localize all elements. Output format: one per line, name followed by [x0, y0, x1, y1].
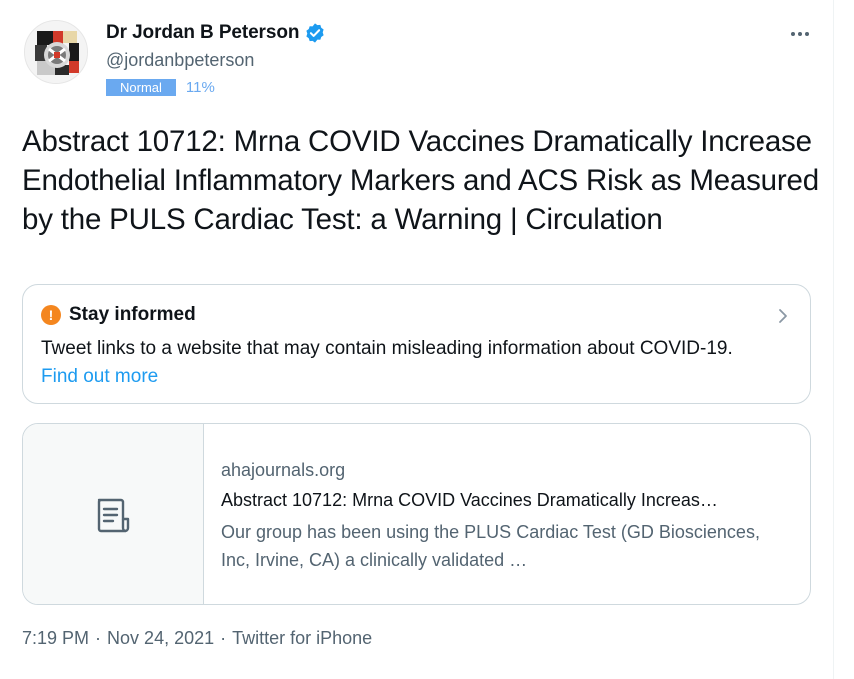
notice-title: Stay informed [69, 304, 196, 325]
card-thumbnail [23, 424, 204, 604]
tweet-time[interactable]: 7:19 PM [22, 628, 89, 649]
author-handle[interactable]: @jordanbpeterson [106, 50, 254, 71]
more-horizontal-icon [791, 32, 795, 36]
separator-dot: · [95, 628, 102, 648]
verified-badge-icon [304, 22, 326, 44]
chevron-right-icon [779, 309, 787, 323]
tweet-metadata: 7:19 PM · Nov 24, 2021 · Twitter for iPh… [22, 628, 372, 649]
tweet-text: Abstract 10712: Mrna COVID Vaccines Dram… [22, 125, 819, 236]
card-description: Our group has been using the PLUS Cardia… [221, 522, 760, 570]
separator-dot: · [220, 628, 227, 648]
find-out-more-link[interactable]: Find out more [41, 366, 158, 387]
misleading-info-notice[interactable]: ! Stay informed Tweet links to a website… [22, 284, 811, 404]
card-domain: ahajournals.org [221, 460, 346, 480]
status-badge: Normal [106, 78, 176, 96]
link-preview-card[interactable]: ahajournals.org Abstract 10712: Mrna COV… [22, 423, 811, 605]
notice-body-text: Tweet links to a website that may contai… [41, 338, 733, 359]
more-horizontal-icon [805, 32, 809, 36]
column-divider [833, 0, 834, 679]
author-name-row[interactable]: Dr Jordan B Peterson [106, 20, 326, 46]
notice-body: Tweet links to a website that may contai… [41, 335, 741, 391]
tweet-date[interactable]: Nov 24, 2021 [107, 628, 214, 649]
more-horizontal-icon [798, 32, 802, 36]
document-icon [97, 498, 130, 533]
avatar[interactable] [24, 20, 88, 84]
avatar-image [25, 21, 87, 83]
more-options-button[interactable] [788, 22, 812, 46]
tweet-source[interactable]: Twitter for iPhone [232, 628, 372, 649]
exclamation-circle-icon: ! [41, 305, 61, 325]
card-title: Abstract 10712: Mrna COVID Vaccines Dram… [221, 490, 718, 510]
label-row: Normal 11% [106, 78, 215, 96]
card-body: ahajournals.org Abstract 10712: Mrna COV… [221, 458, 791, 574]
percent-value: 11% [185, 78, 215, 96]
notice-header: ! Stay informed [41, 304, 196, 326]
author-display-name[interactable]: Dr Jordan B Peterson [106, 22, 299, 44]
